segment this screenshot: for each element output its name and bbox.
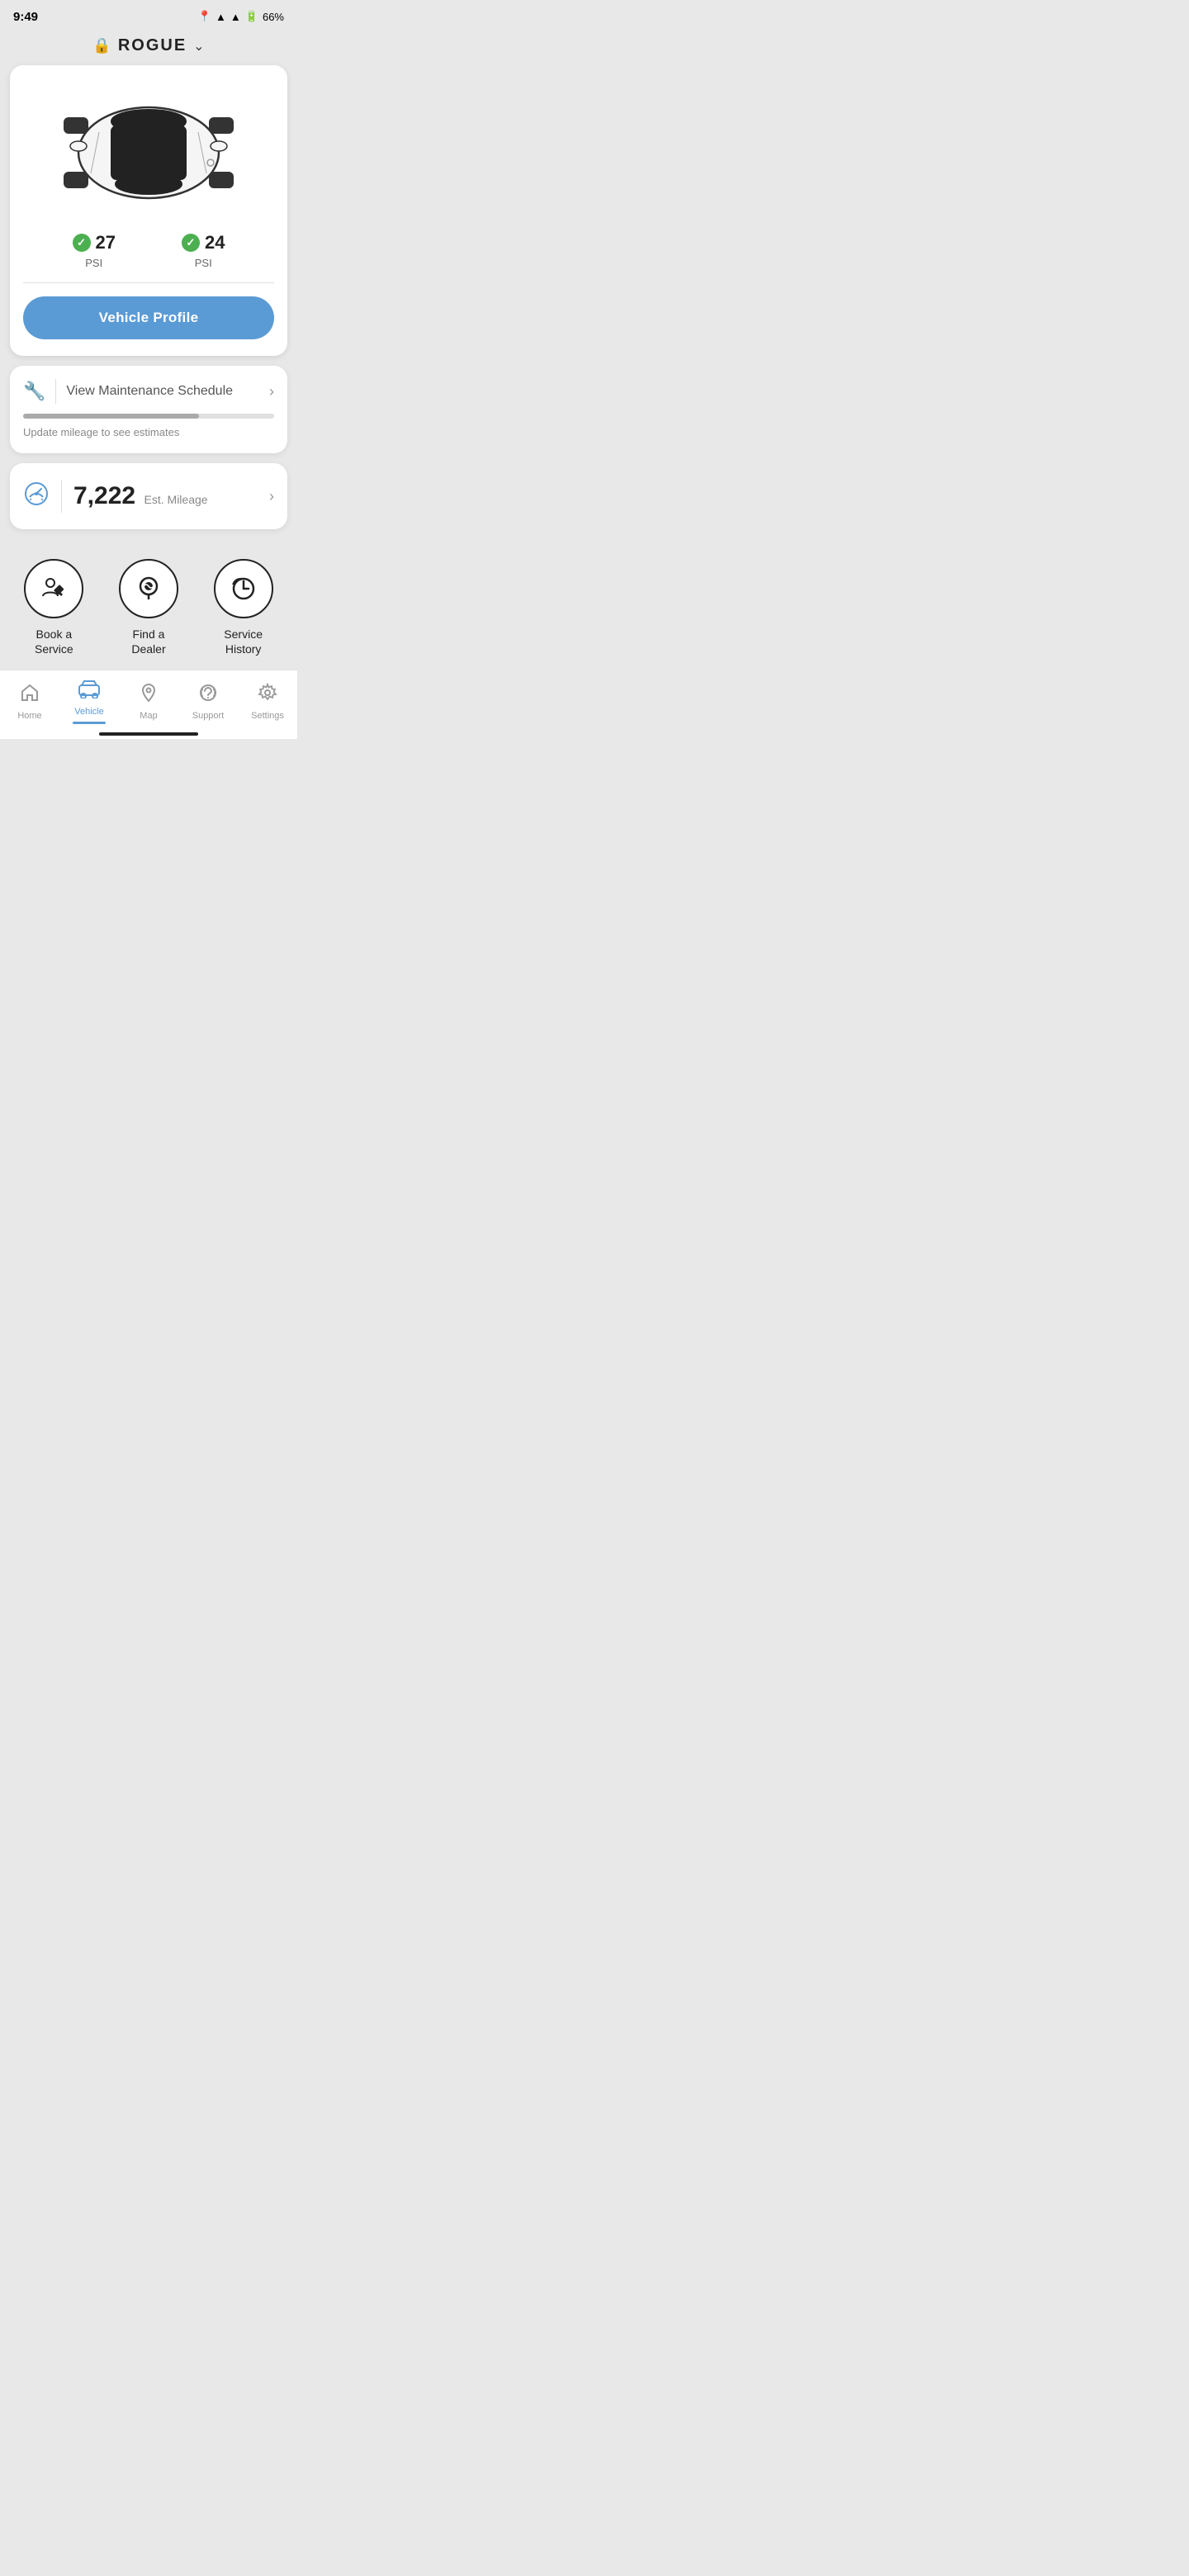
nav-home-label: Home bbox=[17, 711, 41, 721]
book-service-action[interactable]: Book aService bbox=[24, 559, 83, 656]
rear-psi-value: ✓ 24 bbox=[182, 232, 225, 253]
map-icon bbox=[139, 683, 159, 708]
status-time: 9:49 bbox=[13, 10, 38, 24]
maintenance-title: View Maintenance Schedule bbox=[66, 384, 259, 399]
home-bar bbox=[0, 727, 297, 739]
nav-vehicle[interactable]: Vehicle bbox=[59, 679, 119, 724]
quick-actions: Book aService Find aDealer ServiceHistor… bbox=[0, 542, 297, 670]
nav-vehicle-label: Vehicle bbox=[74, 707, 103, 717]
find-dealer-label: Find aDealer bbox=[131, 627, 165, 656]
service-history-circle bbox=[214, 559, 273, 618]
chevron-down-icon[interactable]: ⌄ bbox=[193, 38, 204, 54]
nav-settings-label: Settings bbox=[251, 711, 284, 721]
mileage-label: Est. Mileage bbox=[144, 493, 208, 506]
vehicle-profile-button[interactable]: Vehicle Profile bbox=[23, 296, 274, 339]
divider bbox=[23, 282, 274, 283]
support-icon bbox=[198, 683, 218, 708]
vehicle-card: ✓ 27 PSI ✓ 24 PSI Vehicle Profile bbox=[10, 65, 287, 356]
battery-percent: 66% bbox=[263, 11, 284, 23]
home-icon bbox=[20, 683, 40, 708]
speedometer-icon bbox=[23, 481, 50, 513]
car-image bbox=[23, 78, 274, 232]
find-dealer-circle bbox=[119, 559, 178, 618]
front-psi-label: PSI bbox=[85, 257, 102, 269]
service-history-label: ServiceHistory bbox=[224, 627, 263, 656]
bottom-nav: Home Vehicle Map bbox=[0, 670, 297, 727]
book-service-label: Book aService bbox=[35, 627, 73, 656]
battery-icon: 🔋 bbox=[245, 10, 258, 23]
status-bar: 9:49 📍 ▲ ▲ 🔋 66% bbox=[0, 0, 297, 30]
vehicle-name: ROGUE bbox=[118, 36, 187, 55]
rear-check-icon: ✓ bbox=[182, 234, 200, 252]
settings-icon bbox=[258, 683, 277, 708]
front-check-icon: ✓ bbox=[73, 234, 91, 252]
mileage-value: 7,222 bbox=[73, 482, 135, 509]
mileage-chevron-right-icon: › bbox=[269, 488, 274, 505]
progress-bar-container bbox=[23, 414, 274, 419]
nav-active-indicator bbox=[73, 722, 106, 724]
maintenance-header: 🔧 View Maintenance Schedule › bbox=[23, 379, 274, 404]
find-dealer-action[interactable]: Find aDealer bbox=[119, 559, 178, 656]
nav-support[interactable]: Support bbox=[178, 683, 238, 721]
lock-icon: 🔒 bbox=[92, 37, 111, 54]
wrench-icon: 🔧 bbox=[23, 381, 45, 402]
rear-psi-label: PSI bbox=[195, 257, 212, 269]
progress-bar-fill bbox=[23, 414, 199, 419]
nav-map-label: Map bbox=[140, 711, 157, 721]
nav-home[interactable]: Home bbox=[0, 683, 59, 721]
wifi-icon: ▲ bbox=[216, 11, 226, 23]
car-svg bbox=[50, 87, 248, 219]
home-indicator bbox=[99, 732, 198, 736]
maintenance-card[interactable]: 🔧 View Maintenance Schedule › Update mil… bbox=[10, 366, 287, 453]
rear-tire-pressure: ✓ 24 PSI bbox=[182, 232, 225, 269]
nav-support-label: Support bbox=[192, 711, 225, 721]
maintenance-note: Update mileage to see estimates bbox=[23, 426, 179, 438]
header: 🔒 ROGUE ⌄ bbox=[0, 30, 297, 65]
book-service-circle bbox=[24, 559, 83, 618]
status-icons: 📍 ▲ ▲ 🔋 66% bbox=[198, 10, 284, 23]
nav-map[interactable]: Map bbox=[119, 683, 178, 721]
signal-icon: ▲ bbox=[230, 11, 241, 23]
front-tire-pressure: ✓ 27 PSI bbox=[73, 232, 116, 269]
book-service-icon bbox=[38, 573, 69, 604]
location-icon: 📍 bbox=[198, 10, 211, 23]
mileage-vertical-divider bbox=[61, 480, 62, 513]
tire-pressure: ✓ 27 PSI ✓ 24 PSI bbox=[23, 232, 274, 269]
mileage-card[interactable]: 7,222 Est. Mileage › bbox=[10, 463, 287, 529]
service-history-icon bbox=[228, 573, 259, 604]
find-dealer-icon bbox=[133, 573, 164, 604]
front-psi-value: ✓ 27 bbox=[73, 232, 116, 253]
mileage-info: 7,222 Est. Mileage bbox=[73, 482, 208, 510]
chevron-right-icon: › bbox=[269, 383, 274, 400]
vehicle-icon bbox=[78, 679, 101, 703]
service-history-action[interactable]: ServiceHistory bbox=[214, 559, 273, 656]
vertical-divider bbox=[55, 379, 56, 404]
nav-settings[interactable]: Settings bbox=[238, 683, 297, 721]
